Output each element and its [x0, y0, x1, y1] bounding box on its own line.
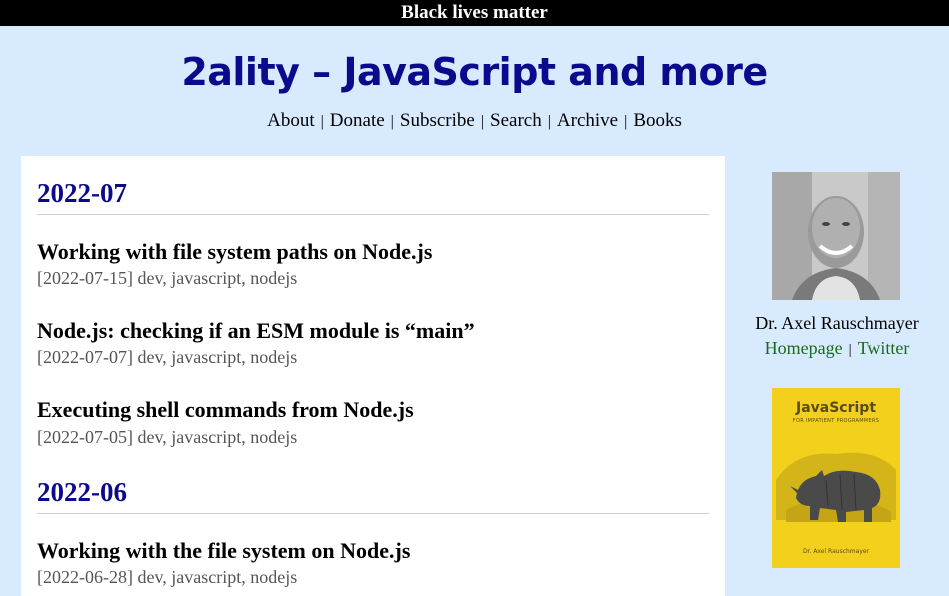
nav-separator: | [390, 113, 394, 130]
post-title-link[interactable]: Executing shell commands from Node.js [37, 396, 414, 424]
post-meta: [2022-07-05] dev, javascript, nodejs [37, 425, 297, 449]
rhinoceros-illustration [776, 452, 896, 522]
nav-separator: | [320, 113, 324, 130]
author-name: Dr. Axel Rauschmayer [755, 313, 919, 333]
post-date: [2022-07-07] [37, 347, 133, 367]
post-tags: dev, javascript, nodejs [137, 347, 298, 367]
nav-search-link[interactable]: Search [490, 110, 542, 131]
post-meta: [2022-07-15] dev, javascript, nodejs [37, 266, 297, 290]
post-tags: dev, javascript, nodejs [137, 268, 298, 288]
twitter-link[interactable]: Twitter [858, 338, 910, 358]
book-cover-subtitle: FOR IMPATIENT PROGRAMMERS [792, 418, 880, 424]
month-heading: 2022-06 [37, 475, 709, 514]
black-lives-matter-banner: Black lives matter [0, 0, 949, 26]
nav-archive-link[interactable]: Archive [557, 110, 618, 131]
post-title-link[interactable]: Node.js: checking if an ESM module is “m… [37, 317, 475, 345]
link-separator: | [848, 342, 852, 358]
book-cover-author: Dr. Axel Rauschmayer [802, 548, 870, 555]
homepage-link[interactable]: Homepage [765, 338, 843, 358]
site-title[interactable]: 2ality – JavaScript and more [0, 46, 949, 98]
post-date: [2022-07-15] [37, 268, 133, 288]
top-navigation: About | Donate | Subscribe | Search | Archive | Bo… [0, 108, 949, 135]
book-cover-title: JavaScript [795, 400, 877, 416]
nav-about-link[interactable]: About [267, 110, 315, 131]
nav-books-link[interactable]: Books [633, 110, 682, 131]
month-heading: 2022-07 [37, 176, 709, 215]
post-meta: [2022-06-28] dev, javascript, nodejs [37, 565, 297, 589]
post-title-link[interactable]: Working with file system paths on Node.j… [37, 238, 432, 266]
nav-separator: | [480, 113, 485, 130]
nav-subscribe-link[interactable]: Subscribe [400, 110, 475, 131]
post-meta: [2022-07-07] dev, javascript, nodejs [37, 345, 297, 369]
author-photo [772, 172, 900, 300]
banner-text: Black lives matter [401, 2, 548, 23]
nav-donate-link[interactable]: Donate [330, 110, 385, 131]
archive-content: 2022-07 Working with file system paths o… [21, 156, 725, 596]
sidebar: Dr. Axel Rauschmayer Homepage | Twitter Ja… [725, 156, 949, 586]
nav-separator: | [547, 113, 551, 130]
post-tags: dev, javascript, nodejs [137, 427, 298, 447]
post-title-link[interactable]: Working with the file system on Node.js [37, 537, 410, 565]
nav-separator: | [624, 113, 628, 130]
author-links: Homepage | Twitter [725, 336, 949, 362]
book-cover-link[interactable]: JavaScript FOR IMPATIENT PROGRAMMERS Dr.… [772, 388, 900, 568]
post-date: [2022-06-28] [37, 567, 133, 587]
post-tags: dev, javascript, nodejs [137, 567, 298, 587]
post-date: [2022-07-05] [37, 427, 133, 447]
